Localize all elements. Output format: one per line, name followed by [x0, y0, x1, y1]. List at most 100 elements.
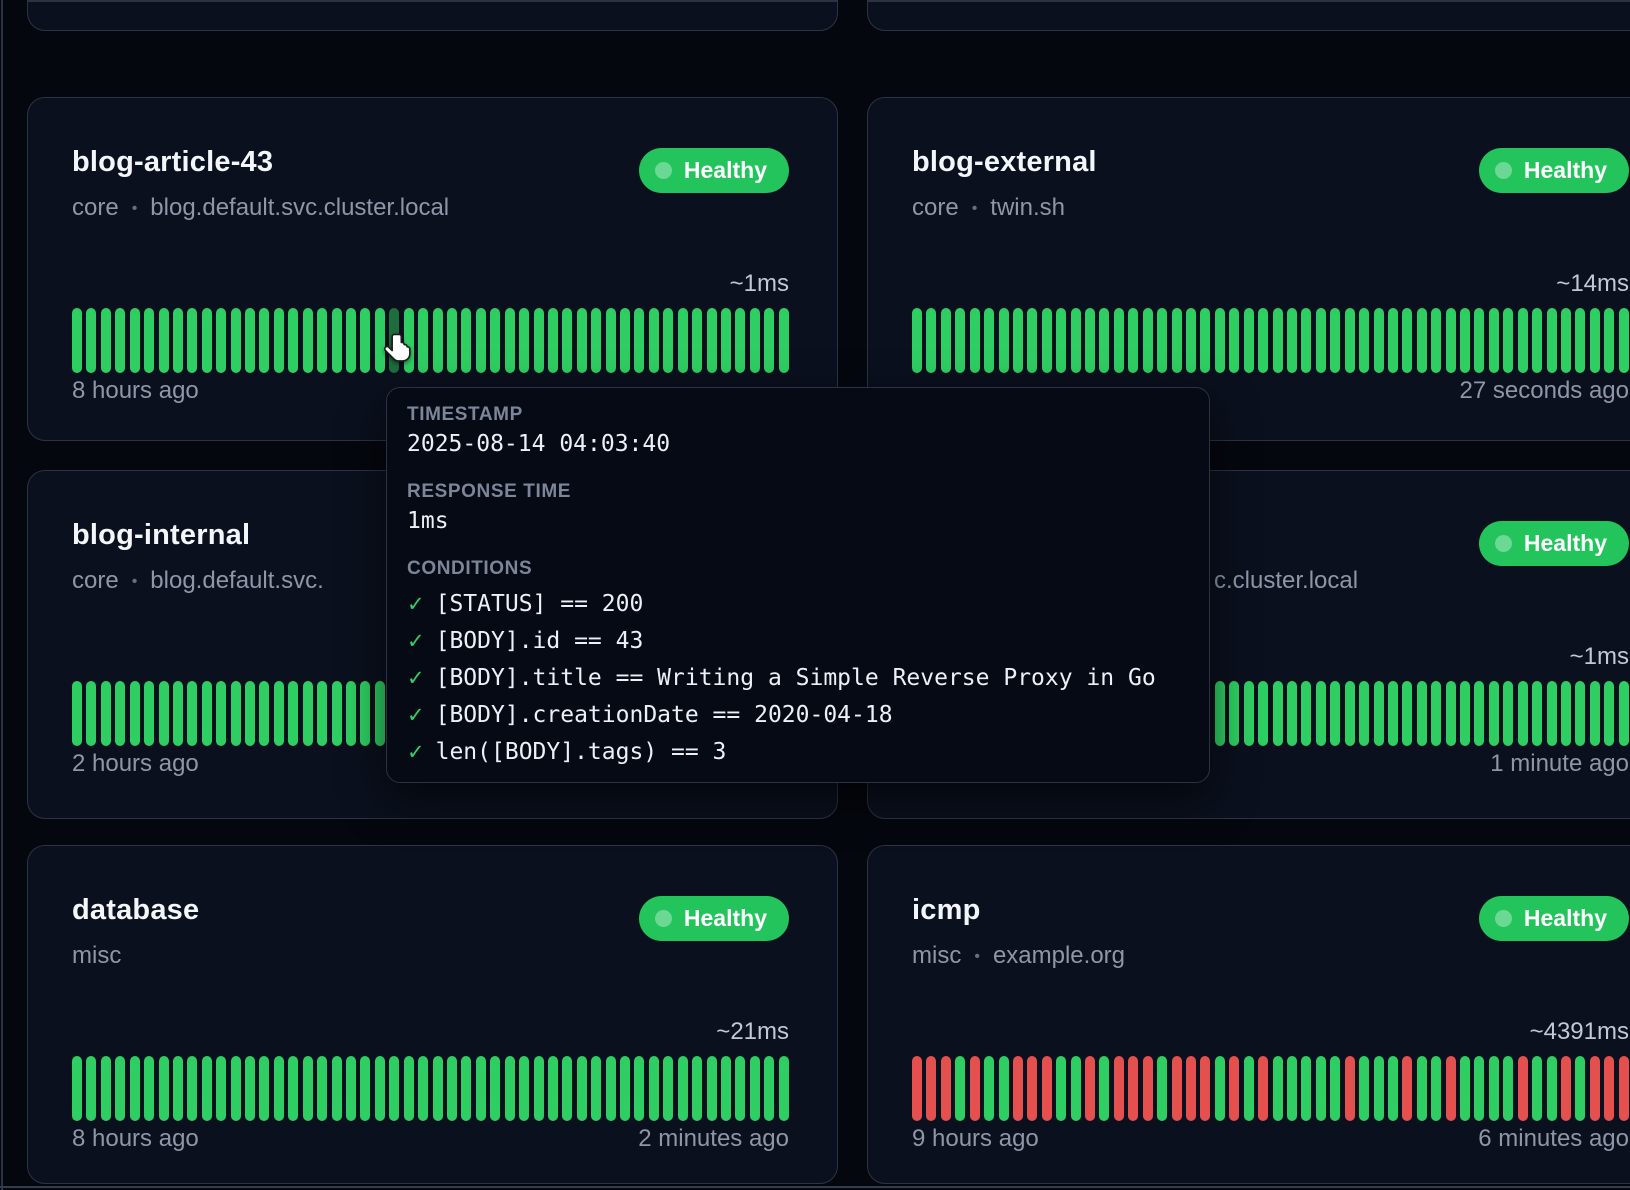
status-bar[interactable]: [1402, 1056, 1412, 1121]
status-bar[interactable]: [735, 1056, 745, 1121]
status-bar[interactable]: [1316, 308, 1326, 373]
status-bar[interactable]: [735, 308, 745, 373]
status-bar[interactable]: [926, 1056, 936, 1121]
status-bar[interactable]: [1460, 681, 1470, 746]
status-bar[interactable]: [360, 308, 370, 373]
status-bar[interactable]: [984, 1056, 994, 1121]
status-bar[interactable]: [1503, 1056, 1513, 1121]
status-bar[interactable]: [1503, 308, 1513, 373]
status-bar[interactable]: [1518, 1056, 1528, 1121]
status-bar[interactable]: [1604, 681, 1614, 746]
status-bar[interactable]: [1244, 1056, 1254, 1121]
status-bar[interactable]: [144, 681, 154, 746]
status-bar[interactable]: [1287, 1056, 1297, 1121]
status-bar[interactable]: [505, 1056, 515, 1121]
status-bar[interactable]: [418, 1056, 428, 1121]
status-bar[interactable]: [1258, 1056, 1268, 1121]
status-bar[interactable]: [955, 308, 965, 373]
status-bar[interactable]: [274, 681, 284, 746]
status-bar[interactable]: [1590, 681, 1600, 746]
status-bar[interactable]: [144, 1056, 154, 1121]
status-bar[interactable]: [678, 1056, 688, 1121]
status-bar[interactable]: [115, 681, 125, 746]
status-bar[interactable]: [634, 308, 644, 373]
status-bar[interactable]: [259, 308, 269, 373]
status-bar[interactable]: [490, 1056, 500, 1121]
status-bar[interactable]: [245, 1056, 255, 1121]
partial-card-top-right[interactable]: [867, 0, 1630, 31]
status-bar[interactable]: [115, 308, 125, 373]
status-bar[interactable]: [418, 308, 428, 373]
status-bar[interactable]: [1417, 681, 1427, 746]
uptime-bars[interactable]: [912, 308, 1629, 373]
status-bar[interactable]: [1215, 681, 1225, 746]
status-bar[interactable]: [1114, 308, 1124, 373]
status-bar[interactable]: [1431, 308, 1441, 373]
status-bar[interactable]: [1547, 308, 1557, 373]
status-bar[interactable]: [1532, 308, 1542, 373]
status-bar[interactable]: [461, 308, 471, 373]
status-bar[interactable]: [1229, 681, 1239, 746]
status-bar[interactable]: [389, 1056, 399, 1121]
status-bar[interactable]: [303, 681, 313, 746]
status-bar[interactable]: [1359, 1056, 1369, 1121]
status-bar[interactable]: [1301, 681, 1311, 746]
status-bar[interactable]: [534, 1056, 544, 1121]
status-bar[interactable]: [404, 1056, 414, 1121]
status-bar[interactable]: [1489, 681, 1499, 746]
status-bar[interactable]: [1330, 681, 1340, 746]
status-bar[interactable]: [577, 1056, 587, 1121]
status-bar[interactable]: [1590, 1056, 1600, 1121]
status-bar[interactable]: [346, 308, 356, 373]
status-bar[interactable]: [606, 1056, 616, 1121]
status-bar[interactable]: [1330, 308, 1340, 373]
status-bar[interactable]: [375, 1056, 385, 1121]
status-bar[interactable]: [216, 1056, 226, 1121]
status-bar[interactable]: [245, 681, 255, 746]
endpoint-card-icmp[interactable]: icmp misc • example.org Healthy ~4391ms …: [867, 845, 1630, 1184]
status-bar[interactable]: [1532, 1056, 1542, 1121]
status-bar[interactable]: [317, 308, 327, 373]
status-bar[interactable]: [433, 1056, 443, 1121]
status-bar[interactable]: [490, 308, 500, 373]
status-bar[interactable]: [779, 1056, 789, 1121]
uptime-bars[interactable]: [72, 1056, 789, 1121]
status-bar[interactable]: [1258, 681, 1268, 746]
status-bar[interactable]: [1489, 308, 1499, 373]
status-bar[interactable]: [1402, 308, 1412, 373]
status-bar[interactable]: [764, 308, 774, 373]
status-bar[interactable]: [202, 681, 212, 746]
status-bar[interactable]: [1474, 1056, 1484, 1121]
status-bar[interactable]: [447, 1056, 457, 1121]
status-bar[interactable]: [1186, 308, 1196, 373]
status-bar[interactable]: [1590, 308, 1600, 373]
status-bar[interactable]: [1186, 1056, 1196, 1121]
status-bar[interactable]: [519, 308, 529, 373]
status-bar[interactable]: [1172, 308, 1182, 373]
status-bar[interactable]: [288, 681, 298, 746]
status-bar[interactable]: [1446, 1056, 1456, 1121]
uptime-bars[interactable]: [912, 1056, 1629, 1121]
status-bar[interactable]: [130, 681, 140, 746]
status-bar[interactable]: [72, 308, 82, 373]
status-bar[interactable]: [1085, 1056, 1095, 1121]
status-bar[interactable]: [999, 308, 1009, 373]
status-bar[interactable]: [1114, 1056, 1124, 1121]
status-bar[interactable]: [1619, 681, 1629, 746]
status-bar[interactable]: [1301, 1056, 1311, 1121]
status-bar[interactable]: [1316, 1056, 1326, 1121]
status-bar[interactable]: [1431, 1056, 1441, 1121]
status-bar[interactable]: [1200, 1056, 1210, 1121]
status-bar[interactable]: [1071, 308, 1081, 373]
status-bar[interactable]: [999, 1056, 1009, 1121]
status-bar[interactable]: [346, 1056, 356, 1121]
status-bar[interactable]: [1374, 308, 1384, 373]
status-bar[interactable]: [187, 681, 197, 746]
status-bar[interactable]: [187, 308, 197, 373]
status-bar[interactable]: [707, 308, 717, 373]
status-bar[interactable]: [173, 308, 183, 373]
status-bar[interactable]: [231, 308, 241, 373]
status-bar[interactable]: [1273, 1056, 1283, 1121]
status-bar[interactable]: [86, 1056, 96, 1121]
status-bar[interactable]: [259, 681, 269, 746]
